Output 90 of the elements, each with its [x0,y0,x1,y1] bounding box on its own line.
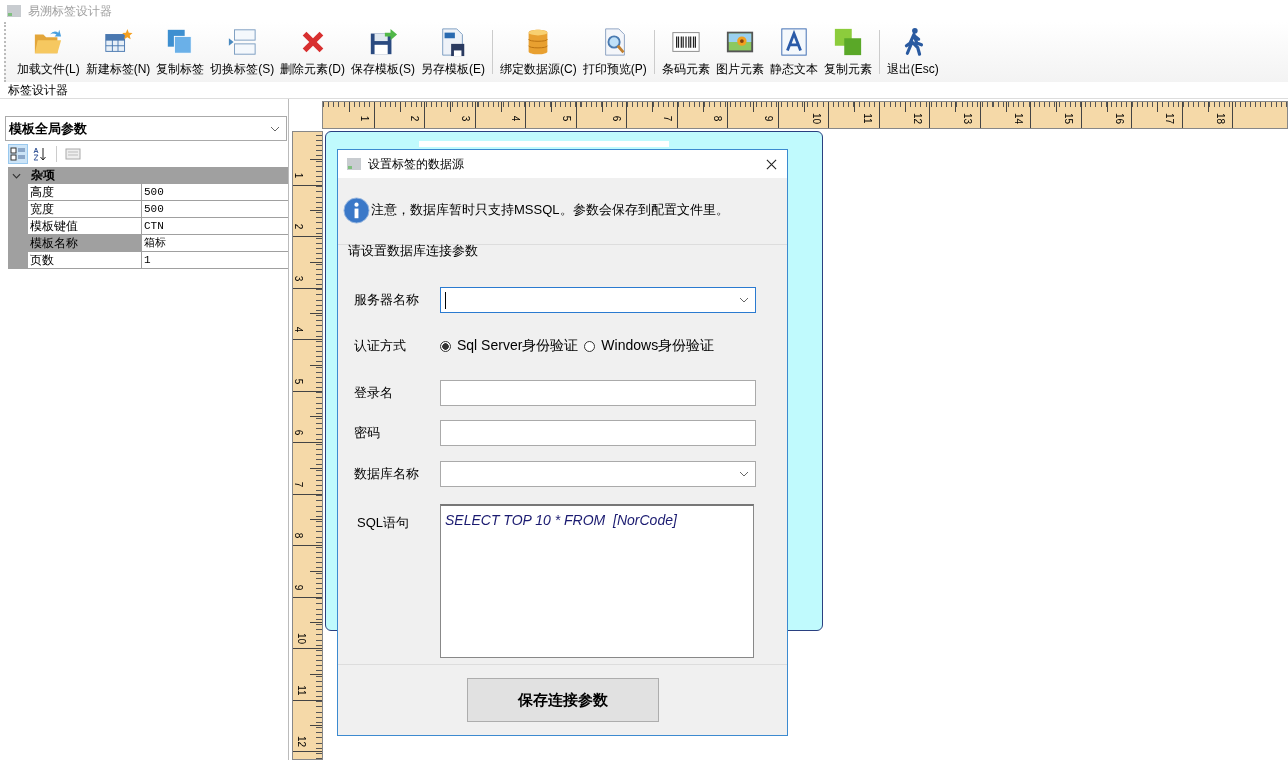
app-icon [6,3,22,19]
window-title: 易溯标签设计器 [28,2,112,20]
notice-text: 注意，数据库暂时只支持MSSQL。参数会保存到配置文件里。 [371,201,729,219]
toolbar-button[interactable]: 删除元素(D) [277,27,348,78]
radio-label[interactable]: Windows身份验证 [601,337,715,355]
ruler-number: 5 [293,378,305,384]
ruler-number: 3 [293,275,305,281]
text-icon [778,27,809,57]
property-name[interactable]: 宽度 [28,201,142,217]
panel-title: 标签设计器 [8,83,68,97]
ruler-number: 12 [911,112,923,125]
property-value[interactable]: 500 [142,184,288,200]
chevron-down-icon [270,125,280,132]
toolbar-button[interactable]: 图片元素 [712,27,767,78]
app-icon [346,156,362,172]
ruler-number: 9 [293,584,305,590]
input-field[interactable] [440,380,756,406]
toolbar-button[interactable]: 切换标签(S) [207,27,278,78]
dialog-title: 设置标签的数据源 [368,155,465,173]
field-label: 数据库名称 [354,465,420,483]
toolbar-button[interactable]: 加载文件(L) [14,27,83,78]
field-label: 服务器名称 [354,291,420,309]
field-label: 认证方式 [354,337,407,355]
object-dropdown[interactable]: 模板全局参数 [5,116,287,141]
toolbar-button[interactable]: 绑定数据源(C) [497,27,580,78]
ruler-number: 6 [611,115,623,122]
ruler-number: 6 [293,429,305,436]
radio-button[interactable] [440,340,451,352]
toolbar-button[interactable]: 条码元素 [658,27,713,78]
ruler-number: 7 [293,481,305,487]
ruler-number: 2 [409,115,421,122]
combo-field[interactable] [440,461,756,487]
category-header[interactable]: 杂项 [8,167,288,184]
toolbar-button[interactable]: 新建标签(N) [82,27,154,78]
property-value[interactable]: CTN [142,218,288,234]
radio-label[interactable]: Sql Server身份验证 [457,337,579,355]
input-field[interactable] [440,420,756,446]
close-icon[interactable] [766,158,777,170]
property-name[interactable]: 高度 [28,184,142,200]
ruler-number: 8 [712,115,724,122]
ruler-number: 7 [662,115,674,122]
ruler-number: 13 [962,112,974,125]
info-icon [343,196,370,224]
property-value[interactable]: 箱标 [142,235,288,251]
duplicate-icon [832,27,863,57]
toolbar-button[interactable]: 打印预览(P) [579,27,650,78]
save-icon [368,27,398,57]
ruler-number: 12 [296,735,308,748]
field-label: 登录名 [354,384,394,402]
ruler-number: 4 [293,326,305,333]
field-label: SQL语句 [356,514,410,532]
ruler-number: 9 [763,115,775,122]
ruler-number: 2 [293,223,305,230]
property-name[interactable]: 页数 [28,252,142,268]
chevron-down-icon[interactable] [739,471,749,477]
ruler-number: 11 [295,684,307,696]
sql-text-area[interactable]: SELECT TOP 10 * FROM [NorCode] [440,504,754,658]
combo-field[interactable] [440,287,756,313]
save-connection-button[interactable]: 保存连接参数 [466,678,659,722]
property-value[interactable]: 1 [142,252,288,268]
ruler-number: 8 [293,532,305,539]
toolbar-button[interactable]: 保存模板(S) [348,27,418,78]
ruler-number: 1 [293,172,305,178]
ruler-number: 3 [460,115,472,122]
ruler-number: 10 [296,632,308,645]
property-name[interactable]: 模板名称 [28,235,142,251]
ruler-number: 14 [1012,112,1024,125]
field-label: 密码 [354,424,381,442]
ruler-number: 17 [1164,112,1176,125]
ruler-number: 18 [1214,112,1226,125]
ruler-number: 1 [359,115,371,122]
ruler-number: 10 [810,112,822,125]
property-name[interactable]: 模板键值 [28,218,142,234]
switch-icon [227,27,258,57]
toolbar-button[interactable]: 退出(Esc) [883,27,942,78]
ruler-number: 15 [1063,112,1075,125]
property-value[interactable]: 500 [142,201,288,217]
section-title: 请设置数据库连接参数 [348,242,479,260]
radio-button[interactable] [584,340,596,352]
ruler-number: 11 [861,113,873,124]
chevron-down-icon[interactable] [12,172,21,179]
toolbar-button[interactable]: 静态文本 [766,27,821,78]
chevron-down-icon[interactable] [739,297,749,303]
ruler-number: 5 [561,115,573,122]
toolbar-button[interactable]: 另存模板(E) [418,27,488,78]
categorized-button[interactable] [8,144,28,164]
ruler-number: 4 [510,115,522,122]
toolbar-button[interactable]: 复制元素 [820,27,875,78]
toolbar-button[interactable]: 复制标签 [153,27,208,78]
ruler-number: 16 [1113,112,1125,125]
